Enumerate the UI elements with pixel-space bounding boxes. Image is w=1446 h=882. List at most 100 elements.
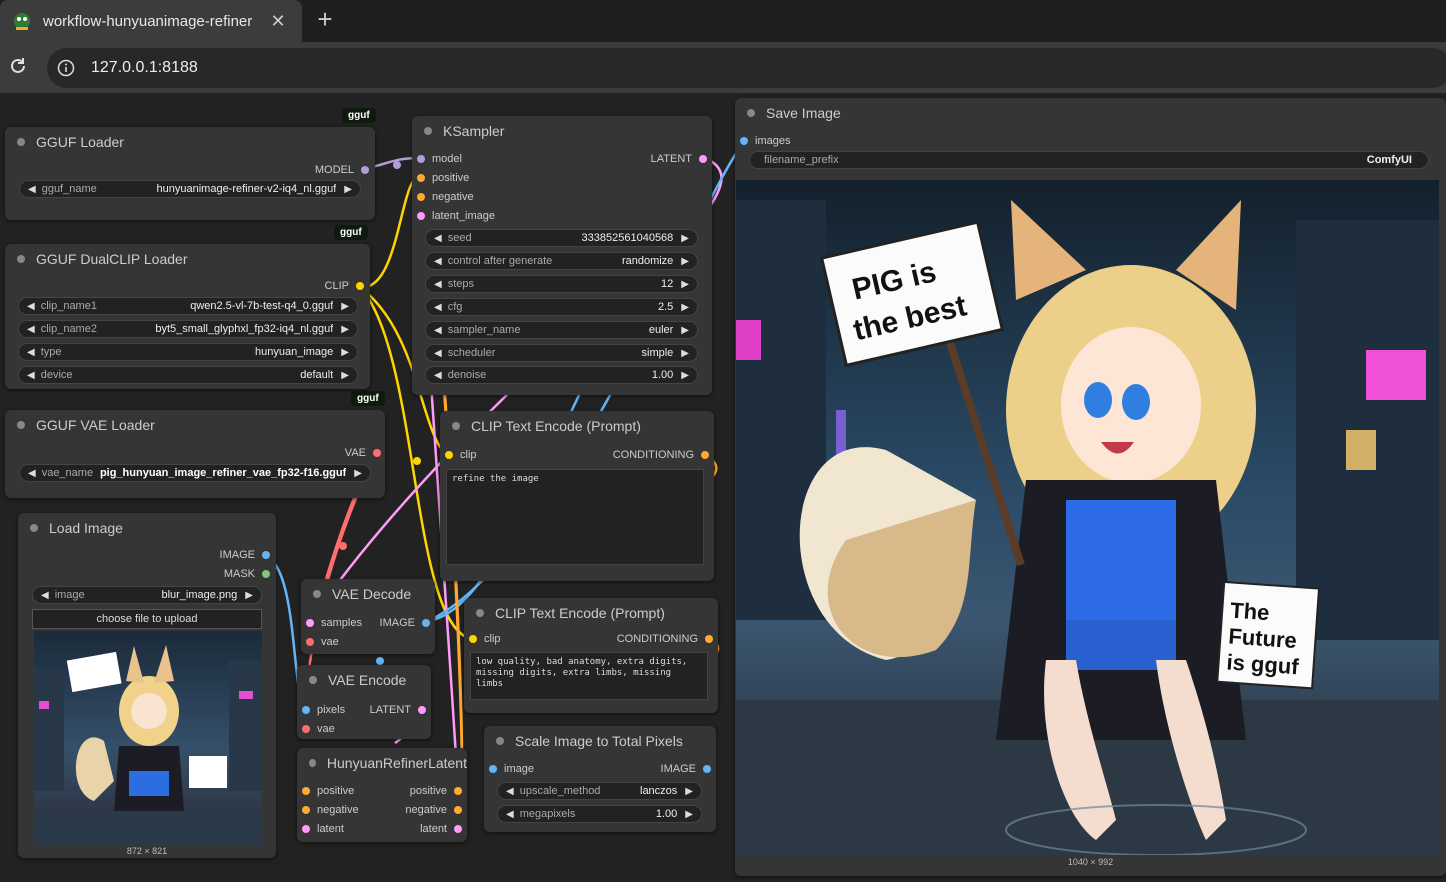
node-vae-loader[interactable]: GGUF VAE Loader VAE ◀ vae_name pig_hunyuan…: [5, 410, 385, 498]
right-arrow-icon[interactable]: ▶: [344, 184, 352, 195]
widget-filename-prefix[interactable]: filename_prefix ComfyUI: [749, 151, 1429, 169]
url-field[interactable]: 127.0.0.1:8188: [47, 48, 1446, 88]
pin-icon[interactable]: [699, 155, 707, 163]
node-header[interactable]: GGUF DualCLIP Loader: [5, 244, 370, 274]
node-header[interactable]: GGUF Loader: [5, 127, 375, 157]
pin-icon[interactable]: [701, 451, 709, 459]
pin-icon[interactable]: [262, 570, 270, 578]
pin-icon[interactable]: [489, 765, 497, 773]
input-positive[interactable]: positive: [417, 171, 469, 185]
widget-megapixels[interactable]: ◀ megapixels 1.00 ▶: [497, 805, 702, 823]
left-arrow-icon[interactable]: ◀: [28, 468, 36, 479]
pin-icon[interactable]: [361, 166, 369, 174]
output-latent[interactable]: LATENT: [651, 152, 707, 166]
prompt-textarea[interactable]: low quality, bad anatomy, extra digits, …: [470, 652, 708, 700]
output-conditioning[interactable]: CONDITIONING: [613, 448, 709, 462]
output-negative[interactable]: negative: [405, 803, 462, 817]
left-arrow-icon[interactable]: ◀: [434, 302, 442, 313]
node-vae-encode[interactable]: VAE Encode pixels LATENT vae: [297, 665, 431, 739]
right-arrow-icon[interactable]: ▶: [245, 590, 253, 601]
output-vae[interactable]: VAE: [345, 446, 381, 460]
node-vae-decode[interactable]: VAE Decode samples IMAGE vae: [301, 579, 435, 654]
pin-icon[interactable]: [302, 825, 310, 833]
node-header[interactable]: Save Image: [735, 98, 1446, 128]
left-arrow-icon[interactable]: ◀: [434, 256, 442, 267]
node-clip-text-encode-negative[interactable]: CLIP Text Encode (Prompt) clip CONDITION…: [464, 598, 718, 713]
left-arrow-icon[interactable]: ◀: [434, 279, 442, 290]
pin-icon[interactable]: [302, 806, 310, 814]
output-latent[interactable]: LATENT: [370, 703, 426, 717]
input-images[interactable]: images: [740, 134, 790, 148]
right-arrow-icon[interactable]: ▶: [341, 324, 349, 335]
node-scale-image[interactable]: Scale Image to Total Pixels image IMAGE …: [484, 726, 716, 832]
choose-file-button[interactable]: choose file to upload: [32, 609, 262, 629]
widget-cfg[interactable]: ◀ cfg 2.5 ▶: [425, 298, 698, 316]
right-arrow-icon[interactable]: ▶: [681, 279, 689, 290]
pin-icon[interactable]: [306, 638, 314, 646]
widget-scheduler[interactable]: ◀ scheduler simple ▶: [425, 344, 698, 362]
node-dualclip-loader[interactable]: GGUF DualCLIP Loader CLIP ◀ clip_name1 qwe…: [5, 244, 370, 389]
pin-icon[interactable]: [417, 193, 425, 201]
pin-icon[interactable]: [454, 787, 462, 795]
widget-sampler-name[interactable]: ◀ sampler_name euler ▶: [425, 321, 698, 339]
pin-icon[interactable]: [705, 635, 713, 643]
input-clip[interactable]: clip: [469, 632, 501, 646]
left-arrow-icon[interactable]: ◀: [434, 370, 442, 381]
left-arrow-icon[interactable]: ◀: [506, 786, 514, 797]
collapse-dot-icon[interactable]: [17, 138, 25, 146]
left-arrow-icon[interactable]: ◀: [434, 348, 442, 359]
right-arrow-icon[interactable]: ▶: [681, 302, 689, 313]
input-vae[interactable]: vae: [302, 722, 335, 736]
left-arrow-icon[interactable]: ◀: [27, 347, 35, 358]
node-ksampler[interactable]: KSampler model LATENT positive negative …: [412, 116, 712, 395]
pin-icon[interactable]: [302, 787, 310, 795]
node-clip-text-encode-positive[interactable]: CLIP Text Encode (Prompt) clip CONDITION…: [440, 411, 714, 581]
widget-clip-name1[interactable]: ◀ clip_name1 qwen2.5-vl-7b-test-q4_0.gguf ▶: [18, 297, 358, 315]
collapse-dot-icon[interactable]: [309, 676, 317, 684]
input-latent[interactable]: latent: [302, 822, 344, 836]
right-arrow-icon[interactable]: ▶: [685, 786, 693, 797]
node-header[interactable]: KSampler: [412, 116, 712, 146]
collapse-dot-icon[interactable]: [747, 109, 755, 117]
node-header[interactable]: VAE Decode: [301, 579, 435, 609]
output-model[interactable]: MODEL: [315, 163, 369, 177]
left-arrow-icon[interactable]: ◀: [41, 590, 49, 601]
input-negative[interactable]: negative: [302, 803, 359, 817]
right-arrow-icon[interactable]: ▶: [681, 233, 689, 244]
widget-device[interactable]: ◀ device default ▶: [18, 366, 358, 384]
input-vae[interactable]: vae: [306, 635, 339, 649]
pin-icon[interactable]: [417, 155, 425, 163]
right-arrow-icon[interactable]: ▶: [341, 370, 349, 381]
input-negative[interactable]: negative: [417, 190, 474, 204]
collapse-dot-icon[interactable]: [496, 737, 504, 745]
collapse-dot-icon[interactable]: [313, 590, 321, 598]
collapse-dot-icon[interactable]: [17, 421, 25, 429]
widget-image[interactable]: ◀ image blur_image.png ▶: [32, 586, 262, 604]
pin-icon[interactable]: [703, 765, 711, 773]
input-image[interactable]: image: [489, 762, 534, 776]
pin-icon[interactable]: [422, 619, 430, 627]
reload-icon[interactable]: [8, 56, 28, 76]
input-pixels[interactable]: pixels: [302, 703, 345, 717]
site-info-icon[interactable]: [57, 59, 75, 77]
input-model[interactable]: model: [417, 152, 462, 166]
node-header[interactable]: CLIP Text Encode (Prompt): [440, 411, 714, 441]
pin-icon[interactable]: [417, 212, 425, 220]
node-hunyuan-refiner-latent[interactable]: HunyuanRefinerLatent positive positive n…: [297, 748, 467, 842]
pin-icon[interactable]: [469, 635, 477, 643]
node-header[interactable]: GGUF VAE Loader: [5, 410, 385, 440]
right-arrow-icon[interactable]: ▶: [354, 468, 362, 479]
collapse-dot-icon[interactable]: [17, 255, 25, 263]
pin-icon[interactable]: [306, 619, 314, 627]
widget-control-after-generate[interactable]: ◀ control after generate randomize ▶: [425, 252, 698, 270]
new-tab-button[interactable]: +: [312, 6, 338, 32]
right-arrow-icon[interactable]: ▶: [681, 325, 689, 336]
right-arrow-icon[interactable]: ▶: [685, 809, 693, 820]
pin-icon[interactable]: [418, 706, 426, 714]
widget-upscale-method[interactable]: ◀ upscale_method lanczos ▶: [497, 782, 702, 800]
widget-steps[interactable]: ◀ steps 12 ▶: [425, 275, 698, 293]
right-arrow-icon[interactable]: ▶: [681, 348, 689, 359]
pin-icon[interactable]: [356, 282, 364, 290]
widget-vae-name[interactable]: ◀ vae_name pig_hunyuan_image_refiner_vae_f…: [19, 464, 371, 482]
right-arrow-icon[interactable]: ▶: [341, 301, 349, 312]
